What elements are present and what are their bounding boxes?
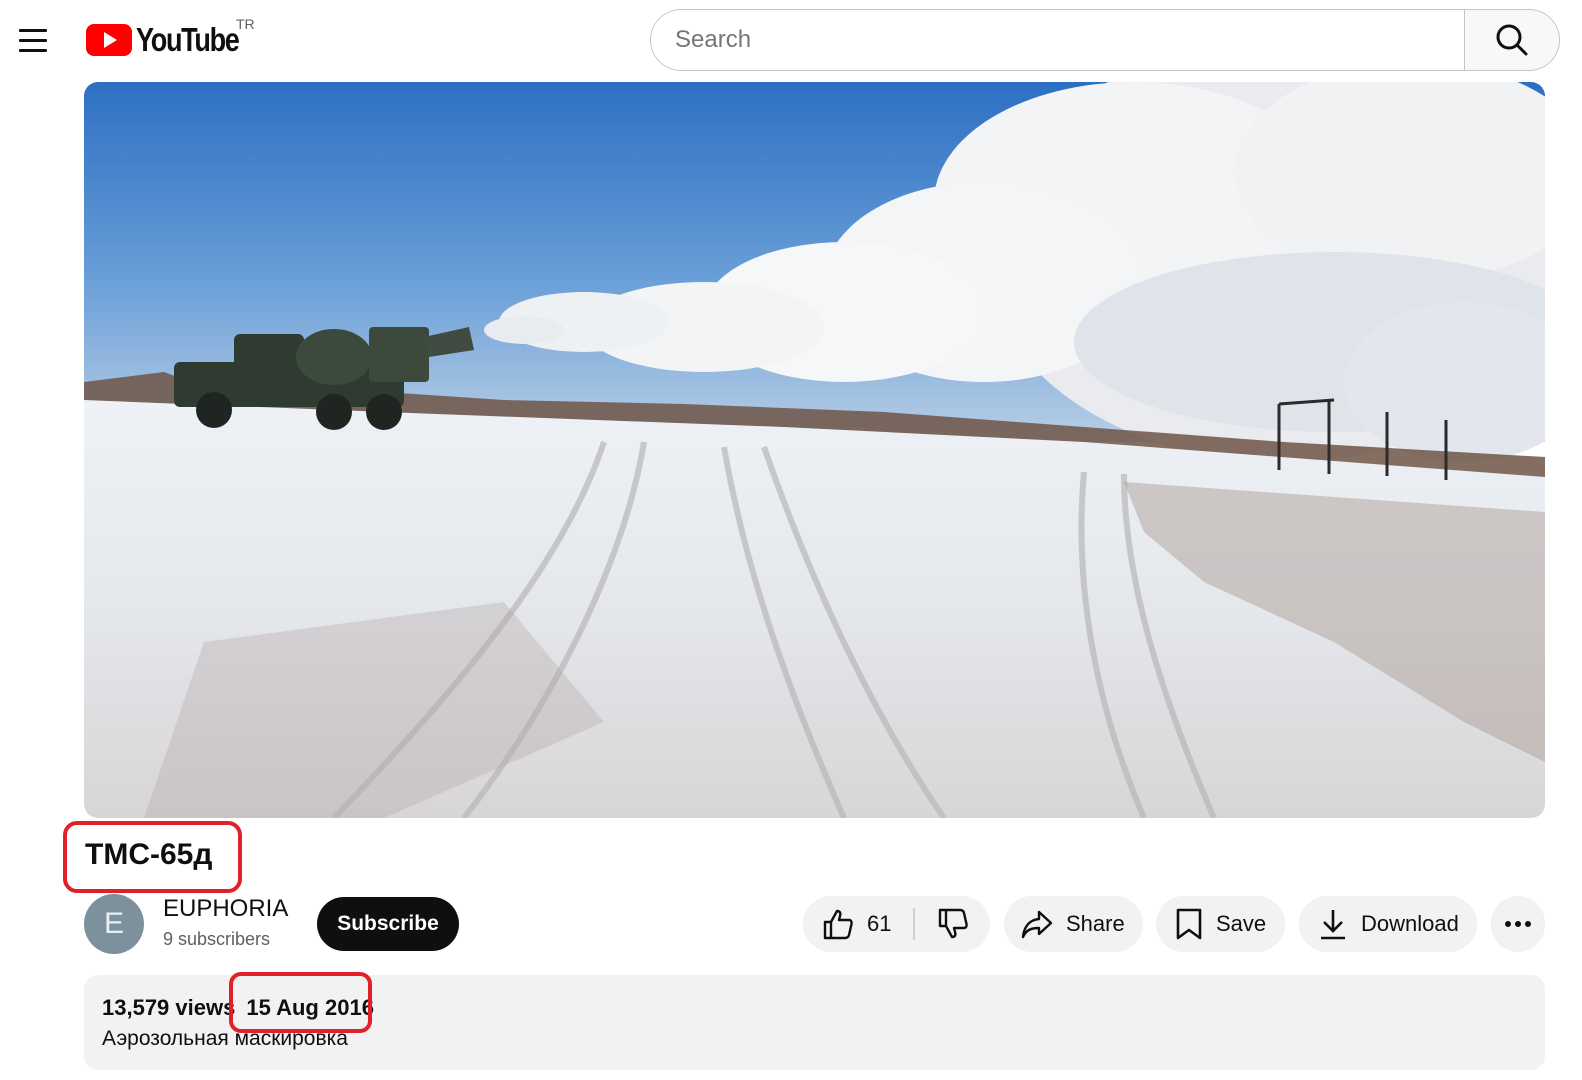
menu-line [19,38,47,42]
like-button[interactable]: 61 [803,896,913,952]
download-icon [1321,910,1345,940]
search-icon [1496,24,1528,56]
date-highlight-box [229,972,372,1033]
like-dislike-group: 61 [803,896,990,952]
bookmark-icon [1176,908,1202,940]
subscriber-count: 9 subscribers [163,929,271,949]
like-count: 61 [867,911,892,936]
thumbs-down-icon [938,908,968,939]
title-highlight-box [63,821,242,893]
search-input[interactable] [650,9,1464,71]
description-text: Аэрозольная маскировка [102,1027,348,1050]
menu-line [19,28,47,32]
youtube-play-icon [86,24,132,56]
menu-icon[interactable] [14,22,52,58]
share-arrow-icon [1021,910,1053,939]
thumbs-up-icon [823,909,853,940]
video-frame [84,82,1545,818]
download-button[interactable]: Download [1299,896,1477,952]
save-button[interactable]: Save [1156,896,1285,952]
country-code: TR [236,16,255,32]
more-actions-button[interactable] [1491,896,1545,952]
share-label: Share [1066,911,1125,936]
download-label: Download [1361,911,1459,936]
search-button[interactable] [1464,9,1560,71]
dislike-button[interactable] [915,896,990,952]
share-button[interactable]: Share [1004,896,1143,952]
channel-avatar[interactable]: E [84,894,144,954]
view-count: 13,579 views [102,995,236,1020]
more-horiz-icon [1505,921,1531,927]
top-bar: YouTube TR [0,0,1582,80]
search-bar [650,9,1560,71]
logo-wordmark: YouTube [136,21,240,58]
menu-line [19,48,47,52]
youtube-logo[interactable]: YouTube TR [86,16,261,62]
save-label: Save [1216,911,1267,936]
video-player[interactable] [84,82,1545,818]
channel-name[interactable]: EUPHORIA [163,895,288,923]
subscribe-button[interactable]: Subscribe [317,897,459,951]
